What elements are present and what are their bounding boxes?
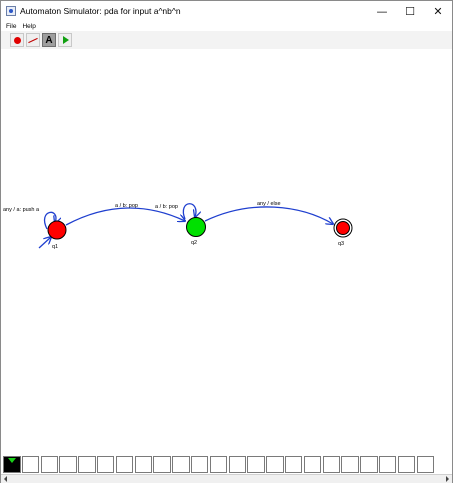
transition-label-q2-q3[interactable]: any / else [257,201,281,207]
state-q1[interactable] [47,220,67,240]
menu-bar: File Help [1,21,452,31]
scroll-right-icon[interactable] [446,476,449,482]
tape-cell[interactable] [209,456,228,473]
run-tool-button[interactable] [58,33,72,47]
transition-label-q1-q1[interactable]: any / a: push a [3,207,39,213]
tape-cell[interactable] [284,456,303,473]
transition-q2-q2[interactable] [182,203,196,220]
transition-q2-q3[interactable] [204,206,333,224]
state-label-q2: q2 [191,240,198,246]
state-label-q3: q3 [338,241,345,247]
tape-cell[interactable] [266,456,284,473]
tape-cell[interactable] [397,456,416,473]
tape-cell[interactable] [21,456,40,473]
tape-cell[interactable] [96,456,115,473]
automaton-graph [38,203,353,249]
play-icon [63,36,69,44]
tape-cell[interactable] [247,456,265,473]
tape-cell[interactable] [228,456,247,473]
tape-cell[interactable] [115,456,134,473]
tape-cell[interactable] [190,456,209,473]
state-tool-button[interactable] [10,33,24,47]
automaton-canvas[interactable]: any / a: push a a / b: pop a / b: pop an… [1,49,452,453]
horizontal-scrollbar[interactable] [1,474,452,483]
tape-cell[interactable] [341,456,359,473]
state-q2[interactable] [186,217,206,237]
tape-cell[interactable] [153,456,171,473]
tape-cell[interactable] [416,456,435,473]
transition-tool-button[interactable] [26,33,40,47]
window-controls: — ☐ ✕ [368,1,452,21]
transition-q1-q2[interactable] [65,207,185,226]
menu-file[interactable]: File [6,23,16,30]
arrow-icon [28,36,38,44]
tape-cell[interactable] [378,456,397,473]
tape-cell[interactable] [360,456,378,473]
tape-cell[interactable] [172,456,190,473]
close-button[interactable]: ✕ [424,1,452,21]
red-circle-icon [13,36,21,44]
toolbar: A [1,31,452,50]
state-label-q1: q1 [52,244,59,250]
app-icon [6,6,16,16]
tape-cell[interactable] [134,456,153,473]
start-arrow [38,237,51,249]
title-bar[interactable]: Automaton Simulator: pda for input a^nb^… [1,1,452,21]
automaton-simulator-window: Automaton Simulator: pda for input a^nb^… [0,0,453,483]
menu-help[interactable]: Help [22,23,35,30]
tape-cell[interactable] [303,456,322,473]
tape-cell[interactable] [322,456,341,473]
tape-cell[interactable] [78,456,96,473]
tape-cell[interactable] [59,456,77,473]
text-tool-button[interactable]: A [42,33,56,47]
state-q3[interactable] [336,221,350,235]
transition-label-q2-q2[interactable]: a / b: pop [155,204,178,210]
input-tape [3,456,435,473]
window-title: Automaton Simulator: pda for input a^nb^… [20,6,181,16]
text-icon: A [45,34,53,46]
tape-cell-head[interactable] [3,456,21,473]
scroll-left-icon[interactable] [4,476,7,482]
tape-cell[interactable] [40,456,59,473]
minimize-button[interactable]: — [368,1,396,21]
transition-label-q1-q2[interactable]: a / b: pop [115,203,138,209]
maximize-button[interactable]: ☐ [396,1,424,21]
